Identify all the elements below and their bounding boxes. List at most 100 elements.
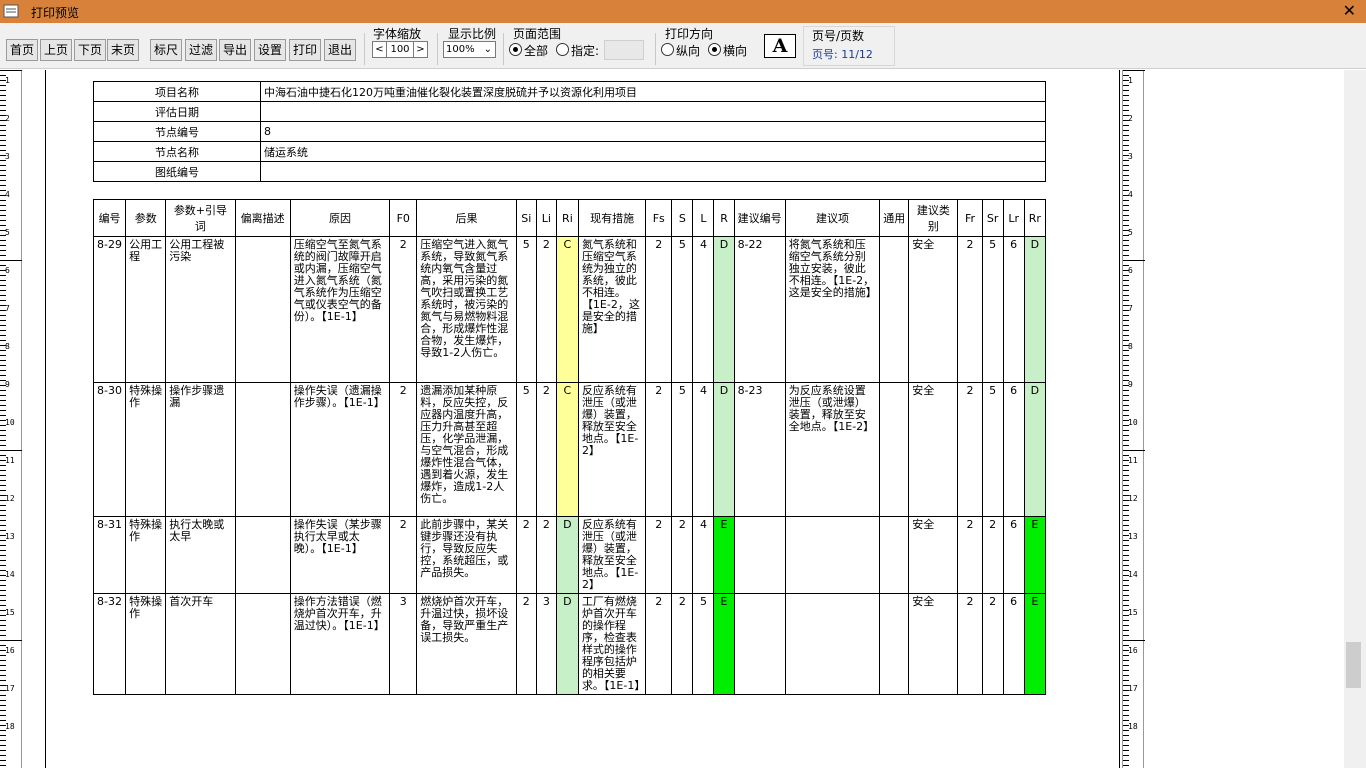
title-bar: 打印预览 ✕ [0,0,1366,23]
ruler-tick [1123,640,1145,641]
ruler-tick [1123,580,1129,581]
toolbar-separator [364,33,365,65]
ruler-tick [0,640,22,641]
ruler-tick [0,465,6,466]
ruler-tick [0,700,6,701]
range-specified-radio[interactable] [556,43,569,56]
cell-gen [879,593,910,695]
cell-rr: D [1023,236,1047,383]
cell-rr: D [1023,382,1047,517]
ruler-tick [0,95,6,96]
scrollbar-thumb[interactable] [1346,642,1361,688]
info-row: 评估日期 [93,101,1046,122]
column-header: 编号 [92,199,127,237]
ruler-tick [0,765,6,766]
info-row: 节点编号 8 [93,121,1046,142]
ruler-tick [1123,110,1129,111]
ruler-tick [1123,655,1129,656]
ruler-tick [0,555,6,556]
ruler-tick [1123,335,1129,336]
ruler-tick [1123,525,1129,526]
cell-s: 5 [671,236,694,383]
ruler-tick [0,70,22,71]
font-scale-input[interactable]: 100 [387,41,413,58]
ruler-tick [1123,355,1129,356]
cell-dev [234,382,291,517]
ruler-tick [0,705,6,706]
ruler-tick [1123,720,1129,721]
hazop-table: 编号 参数 参数+引导词 偏离描述 原因 F0 后果 Si Li Ri 现有措施 Fs S L R 建议编号建… [92,199,1047,695]
ruler-tick [0,760,6,761]
filter-button[interactable]: 过滤 [185,39,217,61]
cell-fs: 2 [645,593,673,695]
ruler-tick [1123,710,1129,711]
cell-dev [234,516,291,594]
range-specified-input[interactable] [604,40,644,60]
font-scale-increase-button[interactable]: > [413,41,428,58]
font-icon[interactable]: A [764,34,796,58]
print-button[interactable]: 打印 [289,39,321,61]
ruler-number: 6 [1128,266,1133,275]
ruler-number: 1 [5,76,10,85]
ruler-tick [1123,620,1129,621]
ruler-number: 4 [1128,190,1133,199]
cell-si: 5 [515,236,537,383]
cell-rec-id: 8-22 [733,236,786,383]
cell-cat: 安全 [908,593,959,695]
exit-button[interactable]: 退出 [324,39,356,61]
cell-guide: 执行太晚或太早 [165,516,236,594]
info-key: 图纸编号 [93,161,261,182]
column-header: 参数+引导词 [165,199,236,237]
cell-cause: 操作失误（某步骤执行太早或太晚）。【1E-1】 [289,516,391,594]
ruler-tick [0,240,6,241]
cell-meas: 氮气系统和压缩空气系统为独立的系统，彼此不相连。【1E-2，这是安全的措施】 [577,236,647,383]
ruler-tick [0,125,6,126]
preview-canvas[interactable]: 1 2 3 4 5 6 7 8 9 10 11 12 13 14 15 16 17 18 项目名称 中海石油中捷石化… [0,70,1366,768]
ruler-tick [1123,605,1129,606]
next-page-button[interactable]: 下页 [74,39,106,61]
ruler-tick [0,360,6,361]
vertical-scrollbar[interactable] [1344,70,1366,768]
close-icon[interactable]: ✕ [1343,1,1356,21]
export-button[interactable]: 导出 [219,39,251,61]
ruler-tick [1123,700,1129,701]
ruler-number: 18 [1128,722,1138,731]
info-value [260,101,1046,122]
ruler-tick [0,580,6,581]
ruler-tick [1123,515,1129,516]
font-scale-decrease-button[interactable]: < [372,41,387,58]
last-page-button[interactable]: 末页 [107,39,139,61]
cell-fr: 2 [957,236,983,383]
prev-page-button[interactable]: 上页 [40,39,72,61]
cell-fs: 2 [645,516,673,594]
cell-cat: 安全 [908,382,959,517]
ruler-tick [0,435,6,436]
ruler-tick [0,660,6,661]
cell-si: 2 [515,516,537,594]
ruler-tick [0,315,6,316]
cell-cons: 燃烧炉首次开车，升温过快，损坏设备，导致严重生产误工损失。 [416,593,517,695]
ruler-number: 9 [5,380,10,389]
left-ruler: 1 2 3 4 5 6 7 8 9 10 11 12 13 14 15 16 17 18 [0,70,22,768]
ruler-tick [1123,665,1129,666]
chevron-down-icon: ⌄ [483,44,492,55]
ruler-number: 13 [1128,532,1138,541]
landscape-radio[interactable] [708,43,721,56]
first-page-button[interactable]: 首页 [6,39,38,61]
ruler-tick [1123,505,1129,506]
ruler-button[interactable]: 标尺 [150,39,182,61]
portrait-radio[interactable] [661,43,674,56]
cell-rr: E [1023,593,1047,695]
zoom-select[interactable]: 100% ⌄ [443,41,496,58]
column-header: 建议类别 [908,199,959,237]
ruler-number: 7 [1128,304,1133,313]
ruler-tick [1123,105,1129,106]
settings-button[interactable]: 设置 [254,39,286,61]
window-title: 打印预览 [31,6,80,20]
cell-f0: 2 [389,382,418,517]
cell-rr: E [1023,516,1047,594]
cell-lr: 6 [1002,593,1025,695]
page-range-label: 页面范围 [513,27,562,41]
range-all-radio[interactable] [509,43,522,56]
cell-meas: 反应系统有泄压（或泄爆）装置，释放至安全地点。【1E-2】 [577,516,647,594]
